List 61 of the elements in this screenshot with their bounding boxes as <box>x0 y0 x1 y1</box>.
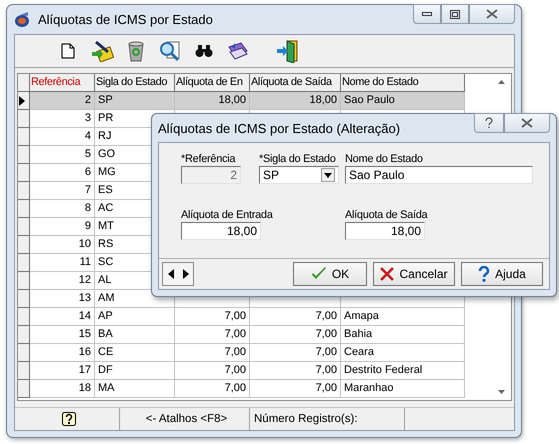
state-name-field[interactable]: Sao Paulo <box>345 166 533 184</box>
table-cell: 16 <box>30 344 95 362</box>
table-cell: SP <box>95 92 175 110</box>
table-cell: Amapa <box>341 308 465 326</box>
table-cell: Maranhao <box>341 380 465 398</box>
field-label: *Referência <box>181 153 236 165</box>
table-cell: 7,00 <box>175 308 250 326</box>
table-cell: 6 <box>30 164 95 182</box>
table-cell: 7,00 <box>175 380 250 398</box>
table-cell: 7,00 <box>250 326 341 344</box>
table-cell: Destrito Federal <box>341 362 465 380</box>
table-cell: 15 <box>30 326 95 344</box>
table-cell: CE <box>95 344 175 362</box>
table-cell: MA <box>95 380 175 398</box>
column-header[interactable]: Nome do Estado <box>341 74 465 92</box>
table-cell: Sao Paulo <box>341 92 465 110</box>
table-cell: 8 <box>30 200 95 218</box>
field-label: *Sigla do Estado <box>259 153 337 165</box>
table-cell: 7,00 <box>250 308 341 326</box>
field-label: Nome do Estado <box>345 153 424 165</box>
table-cell: AP <box>95 308 175 326</box>
table-cell: 10 <box>30 236 95 254</box>
table-cell: 5 <box>30 146 95 164</box>
table-cell: 18,00 <box>250 92 341 110</box>
table-cell: BA <box>95 326 175 344</box>
table-cell: 12 <box>30 272 95 290</box>
column-header[interactable]: Referência <box>30 74 95 92</box>
table-cell: 18,00 <box>175 92 250 110</box>
table-cell: 7 <box>30 182 95 200</box>
table-cell: Bahia <box>341 326 465 344</box>
table-cell: 2 <box>30 92 95 110</box>
table-cell: Ceara <box>341 344 465 362</box>
state-select[interactable]: SP <box>259 166 339 184</box>
table-cell: 18 <box>30 380 95 398</box>
column-header[interactable]: Alíquota de En <box>175 74 250 92</box>
table-cell: 14 <box>30 308 95 326</box>
table-cell: 9 <box>30 218 95 236</box>
table-cell: 7,00 <box>175 344 250 362</box>
window-title: Alíquotas de ICMS por Estado <box>38 12 214 27</box>
record-count-label: Número Registro(s): <box>254 413 358 425</box>
shortcut-hint: <- Atalhos <F8> <box>146 413 228 425</box>
table-cell: 7,00 <box>175 362 250 380</box>
table-cell: 7,00 <box>250 344 341 362</box>
table-cell: 17 <box>30 362 95 380</box>
field-label: Alíquota de Entrada <box>181 208 274 220</box>
table-cell: 11 <box>30 254 95 272</box>
table-cell: 4 <box>30 128 95 146</box>
cancel-button[interactable]: Cancelar <box>373 262 455 286</box>
table-cell: 7,00 <box>175 326 250 344</box>
help-button[interactable]: Ajuda <box>461 262 543 286</box>
table-cell: 7,00 <box>250 362 341 380</box>
field-label: Alíquota de Saída <box>345 208 429 220</box>
table-cell: 7,00 <box>250 380 341 398</box>
column-header[interactable]: Alíquota de Saída <box>250 74 341 92</box>
table-cell: 13 <box>30 290 95 308</box>
column-header[interactable]: Sigla do Estado <box>95 74 175 92</box>
input-rate-field[interactable]: 18,00 <box>181 222 261 240</box>
output-rate-field[interactable]: 18,00 <box>345 222 425 240</box>
table-cell: DF <box>95 362 175 380</box>
table-cell: 3 <box>30 110 95 128</box>
ok-button[interactable]: OK <box>293 262 367 286</box>
